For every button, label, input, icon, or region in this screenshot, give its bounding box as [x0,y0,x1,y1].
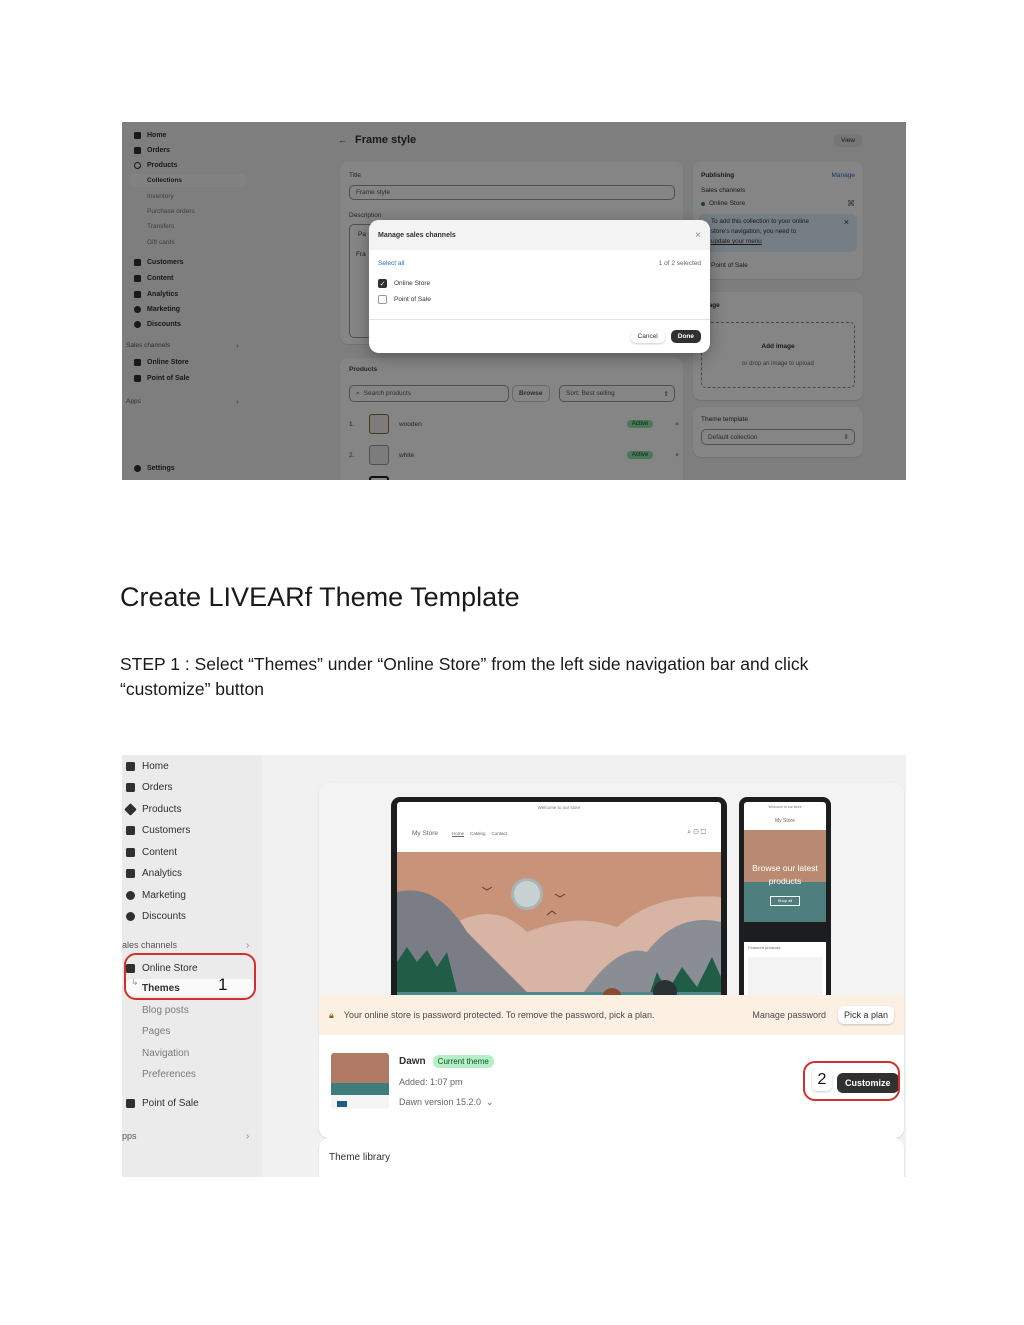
close-icon[interactable]: × [695,230,701,241]
checkbox-checked[interactable]: ✓ [378,279,387,288]
channel-option-online-store[interactable]: ✓ Online Store [369,279,710,288]
theme-version[interactable]: Dawn version 15.2.0 ⌄ [399,1097,494,1108]
manage-sales-channels-modal: Manage sales channels × Select all 1 of … [369,220,710,353]
chevron-right-icon[interactable]: › [246,1131,249,1142]
sidebar-subitem-preferences[interactable]: Preferences [142,1069,196,1080]
bar-chart-icon [126,868,135,878]
sidebar-item-products[interactable]: Products [124,802,181,816]
password-protected-banner: 🔒︎ Your online store is password protect… [319,995,904,1035]
store-header: My Store Home Catalog Contact ⌕ ⚇ ▢ [412,829,706,837]
channel-option-point-of-sale[interactable]: Point of Sale [369,295,710,304]
pos-icon [126,1098,135,1108]
annotation-ring-1 [124,953,256,1000]
current-theme-info: Dawn Current theme Added: 1:07 pm Dawn v… [319,1035,904,1138]
section-heading: Create LIVEARf Theme Template [120,582,520,612]
step-1-instruction: STEP 1 : Select “Themes” under “Online S… [120,654,809,699]
modal-select-row: Select all 1 of 2 selected [369,250,710,267]
desktop-preview: Welcome to our store My Store Home Catal… [391,797,727,995]
annotation-marker-1: 1 [218,975,228,994]
theme-library-heading: Theme library [329,1152,391,1163]
target-icon [126,890,135,900]
content-icon [126,847,135,857]
sidebar-item-discounts[interactable]: Discounts [126,909,186,923]
chevron-down-icon: ⌄ [486,1097,494,1107]
store-name: My Store [412,829,439,837]
apps-label: pps [122,1131,137,1141]
checkbox-unchecked[interactable] [378,295,387,304]
sidebar-item-content[interactable]: Content [126,845,177,859]
sidebar-subitem-pages[interactable]: Pages [142,1026,170,1037]
theme-preview: Welcome to our store My Store Home Catal… [319,783,904,995]
theme-thumbnail [331,1053,389,1109]
theme-name: Dawn [399,1056,426,1067]
hero-illustration [397,852,721,995]
home-icon [126,761,135,771]
sidebar-item-customers[interactable]: Customers [126,823,190,837]
current-theme-card: Welcome to our store My Store Home Catal… [319,783,904,1138]
sidebar-subitem-navigation[interactable]: Navigation [142,1048,189,1059]
sidebar-item-point-of-sale[interactable]: Point of Sale [126,1096,199,1110]
sidebar-item-orders[interactable]: Orders [126,780,173,794]
manage-password-link[interactable]: Manage password [752,1010,826,1020]
mobile-preview: Welcome to our store My Store Browse our… [739,797,831,995]
sidebar-item-marketing[interactable]: Marketing [126,888,186,902]
current-theme-badge: Current theme [432,1055,494,1068]
modal-footer: Cancel Done [369,319,710,353]
sidebar-subitem-blog-posts[interactable]: Blog posts [142,1005,189,1016]
done-button[interactable]: Done [670,330,701,343]
annotation-ring-2 [803,1061,900,1101]
person-icon [126,825,135,835]
orders-icon [126,782,135,792]
shop-all-button[interactable]: Shop all [770,896,800,906]
mobile-hero: Browse our latest products Shop all [744,830,826,922]
search-icon: ⌕ ⚇ ▢ [687,829,706,836]
chevron-right-icon[interactable]: › [246,940,249,951]
lock-icon: 🔒︎ [329,1009,334,1020]
tag-icon [124,802,137,816]
theme-added-time: Added: 1:07 pm [399,1077,463,1087]
password-message: Your online store is password protected.… [343,1010,655,1020]
pick-a-plan-button[interactable]: Pick a plan [837,1006,894,1024]
announcement-bar: Welcome to our store [537,805,581,810]
modal-title: Manage sales channels [378,231,456,239]
modal-header: Manage sales channels × [369,220,710,250]
sidebar-item-home[interactable]: Home [126,759,169,773]
sidebar-item-analytics[interactable]: Analytics [126,866,182,880]
mobile-hero-heading: Browse our latest products [752,863,818,886]
cancel-button[interactable]: Cancel [630,330,665,343]
discount-icon [126,911,135,921]
theme-library-card: Theme library [319,1138,904,1177]
screenshot-manage-sales-channels: Home Orders Products Collections Invento… [122,122,906,480]
select-all-link[interactable]: Select all [378,260,404,267]
screenshot-themes-page: Home Orders Products Customers Content A… [122,755,906,1177]
sales-channels-label: ales channels [122,940,178,950]
selected-count: 1 of 2 selected [658,260,701,267]
